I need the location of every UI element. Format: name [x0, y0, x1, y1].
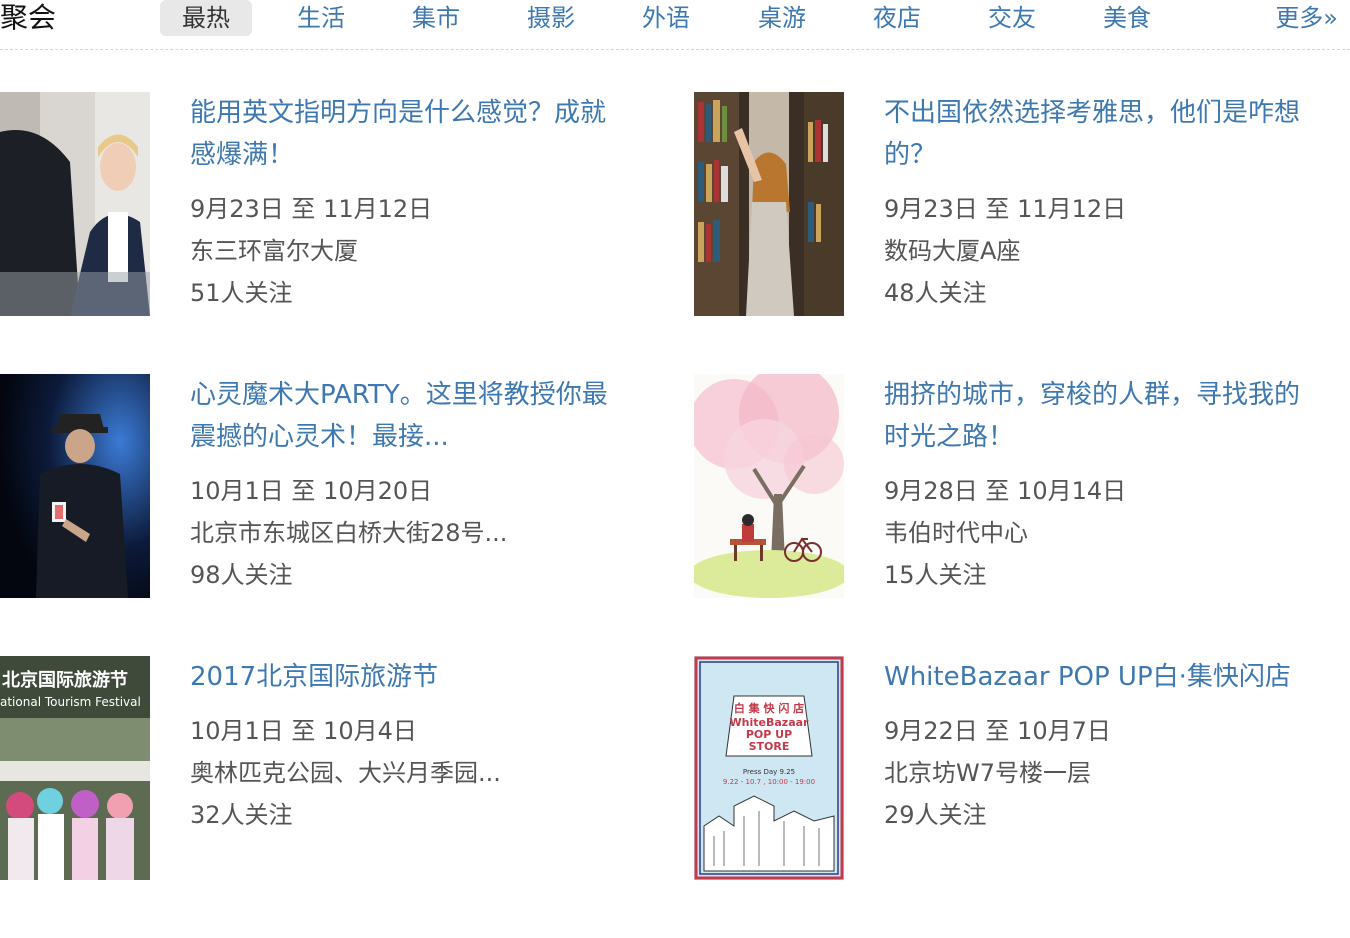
tab-nightclub[interactable]: 夜店: [851, 0, 943, 36]
event-location: 数码大厦A座: [884, 237, 1021, 265]
event-date: 10月1日 至 10月20日: [190, 477, 433, 505]
event-card: 拥挤的城市，穿梭的人群，寻找我的时光之路！ 9月28日 至 10月14日 韦伯时…: [694, 374, 1334, 599]
event-title[interactable]: WhiteBazaar POP UP白·集快闪店: [884, 656, 1314, 698]
event-followers: 51人关注: [190, 279, 293, 307]
tab-life[interactable]: 生活: [275, 0, 367, 36]
event-title[interactable]: 心灵魔术大PARTY。这里将教授你最震撼的心灵术！最接...: [190, 374, 620, 458]
event-card: 心灵魔术大PARTY。这里将教授你最震撼的心灵术！最接... 10月1日 至 1…: [0, 374, 640, 599]
poster-subtitle: STORE: [749, 740, 790, 753]
event-followers: 48人关注: [884, 279, 987, 307]
event-date: 9月23日 至 11月12日: [190, 195, 433, 223]
poster-title-cn: 白 集 快 闪 店: [734, 701, 804, 715]
event-date: 9月22日 至 10月7日: [884, 717, 1111, 745]
event-title[interactable]: 2017北京国际旅游节: [190, 656, 620, 698]
tab-hottest[interactable]: 最热: [160, 0, 252, 36]
event-title[interactable]: 不出国依然选择考雅思，他们是咋想的？: [884, 92, 1314, 176]
event-card: 能用英文指明方向是什么感觉？成就感爆满！ 9月23日 至 11月12日 东三环富…: [0, 92, 640, 317]
more-link[interactable]: 更多»: [1275, 0, 1338, 36]
event-followers: 29人关注: [884, 801, 987, 829]
event-location: 东三环富尔大厦: [190, 237, 358, 265]
tab-food[interactable]: 美食: [1081, 0, 1173, 36]
event-card: 北京国际旅游节 ational Tourism Festival 2017北京国…: [0, 656, 640, 881]
event-title[interactable]: 能用英文指明方向是什么感觉？成就感爆满！: [190, 92, 620, 176]
event-location: 奥林匹克公园、大兴月季园...: [190, 759, 501, 787]
event-followers: 15人关注: [884, 561, 987, 589]
event-date: 9月28日 至 10月14日: [884, 477, 1127, 505]
poster-title-cn: 北京国际旅游节: [2, 669, 128, 691]
event-location: 北京坊W7号楼一层: [884, 759, 1091, 787]
event-location: 北京市东城区白桥大街28号...: [190, 519, 508, 547]
event-thumbnail[interactable]: [0, 374, 150, 598]
event-thumbnail[interactable]: [694, 92, 844, 316]
event-thumbnail[interactable]: [694, 374, 844, 598]
poster-press-day: Press Day 9.25: [743, 768, 795, 776]
event-card: 不出国依然选择考雅思，他们是咋想的？ 9月23日 至 11月12日 数码大厦A座…: [694, 92, 1334, 317]
event-thumbnail[interactable]: 白 集 快 闪 店 WhiteBazaar POP UP STORE Press…: [694, 656, 844, 880]
tab-foreign-language[interactable]: 外语: [620, 0, 712, 36]
event-thumbnail[interactable]: [0, 92, 150, 316]
tab-board-games[interactable]: 桌游: [736, 0, 828, 36]
event-location: 韦伯时代中心: [884, 519, 1028, 547]
poster-title-en: ational Tourism Festival: [0, 695, 141, 709]
event-date: 10月1日 至 10月4日: [190, 717, 417, 745]
event-title[interactable]: 拥挤的城市，穿梭的人群，寻找我的时光之路！: [884, 374, 1314, 458]
event-followers: 98人关注: [190, 561, 293, 589]
event-thumbnail[interactable]: 北京国际旅游节 ational Tourism Festival: [0, 656, 150, 880]
poster-dates: 9.22 - 10.7 , 10:00 - 19:00: [723, 778, 815, 786]
tab-market[interactable]: 集市: [390, 0, 482, 36]
event-date: 9月23日 至 11月12日: [884, 195, 1127, 223]
tab-photography[interactable]: 摄影: [505, 0, 597, 36]
event-followers: 32人关注: [190, 801, 293, 829]
tab-social[interactable]: 交友: [966, 0, 1058, 36]
section-title: 聚会: [0, 1, 57, 34]
category-nav: 聚会 最热 生活 集市 摄影 外语 桌游 夜店 交友 美食 更多»: [0, 0, 1350, 50]
event-card: 白 集 快 闪 店 WhiteBazaar POP UP STORE Press…: [694, 656, 1334, 881]
